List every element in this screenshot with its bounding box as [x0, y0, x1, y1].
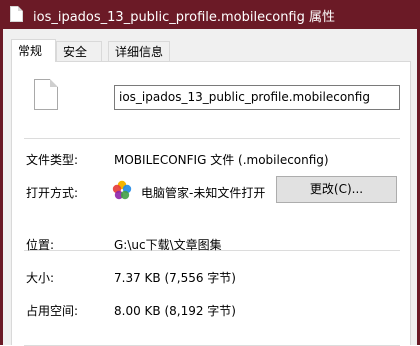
app-icon	[111, 179, 133, 201]
properties-dialog: 常规 安全 详细信息 ios_ipados_13_public_profile.…	[3, 29, 417, 346]
disk-size-value: 8.00 KB (8,192 字节)	[114, 304, 236, 318]
size-value: 7.37 KB (7,556 字节)	[114, 271, 236, 285]
open-with-value: 电脑管家-未知文件打开	[141, 186, 266, 200]
file-icon	[10, 6, 23, 22]
disk-size-label: 占用空间:	[26, 304, 79, 318]
divider	[24, 138, 400, 139]
file-type-value: MOBILECONFIG 文件 (.mobileconfig)	[114, 153, 329, 167]
tab-security[interactable]: 安全	[56, 41, 102, 61]
title-bar[interactable]: ios_ipados_13_public_profile.mobileconfi…	[0, 0, 420, 29]
file-name-field[interactable]: ios_ipados_13_public_profile.mobileconfi…	[114, 85, 400, 110]
size-label: 大小:	[26, 271, 55, 285]
window-title: ios_ipados_13_public_profile.mobileconfi…	[33, 10, 336, 25]
file-type-label: 文件类型:	[26, 153, 79, 167]
tab-general[interactable]: 常规	[11, 39, 56, 62]
location-value: G:\uc下载\文章图集	[114, 238, 222, 252]
file-icon	[34, 79, 58, 110]
general-panel: ios_ipados_13_public_profile.mobileconfi…	[11, 61, 411, 346]
tab-details[interactable]: 详细信息	[108, 41, 170, 61]
change-button[interactable]: 更改(C)...	[276, 176, 397, 203]
location-label: 位置:	[26, 238, 55, 252]
open-with-label: 打开方式:	[26, 186, 79, 200]
